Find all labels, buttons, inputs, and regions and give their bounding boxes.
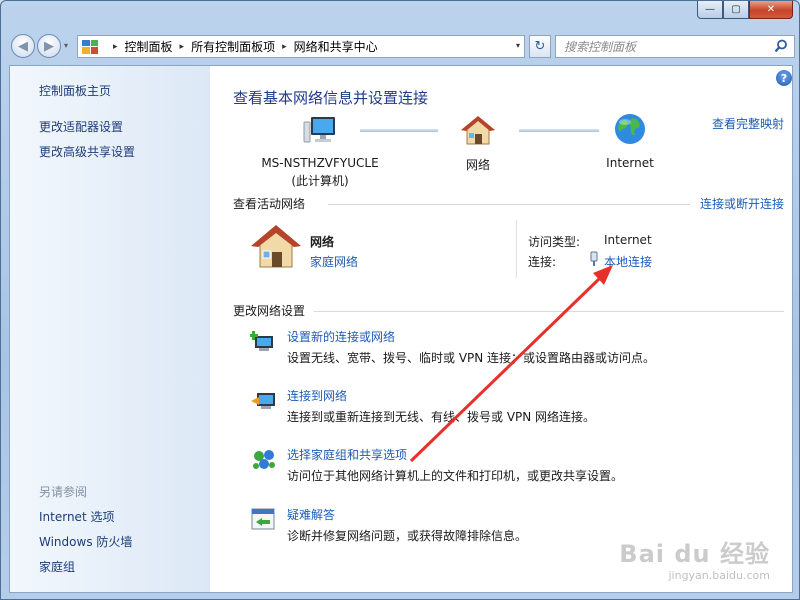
window: — ▢ ✕ ◀ ▶ ▾ ▸ 控制面板 ▸ 所有控制面板项 ▸ 网络和共享中心 ▾… — [0, 0, 800, 600]
annotation-arrow — [409, 265, 613, 463]
